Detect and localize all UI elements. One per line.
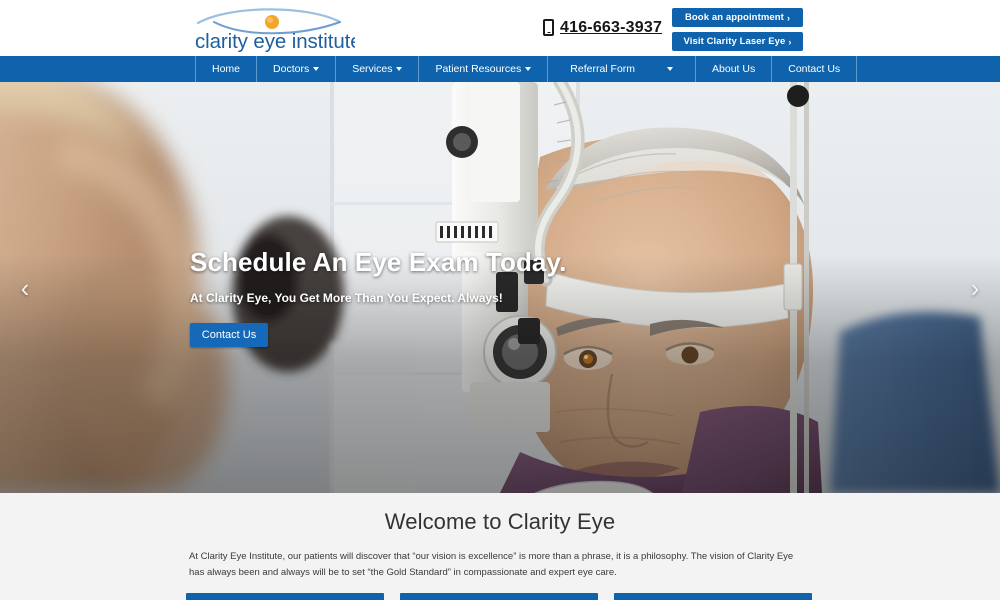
nav-label: Services bbox=[352, 63, 393, 75]
carousel-prev-button[interactable]: ‹ bbox=[10, 273, 40, 303]
nav-label: Patient Resources bbox=[435, 63, 522, 75]
feature-card[interactable] bbox=[186, 593, 384, 600]
book-appointment-button[interactable]: Book an appointment › bbox=[672, 8, 803, 27]
carousel-next-button[interactable]: › bbox=[960, 273, 990, 303]
nav-label: Home bbox=[212, 63, 241, 75]
hero-title: Schedule An Eye Exam Today. bbox=[190, 247, 567, 277]
welcome-section: Welcome to Clarity Eye At Clarity Eye In… bbox=[0, 493, 1000, 600]
chevron-down-icon bbox=[313, 67, 320, 71]
visit-clarity-laser-eye-button[interactable]: Visit Clarity Laser Eye › bbox=[672, 32, 803, 51]
visit-laser-eye-label: Visit Clarity Laser Eye bbox=[683, 36, 786, 47]
chevron-right-icon: › bbox=[788, 36, 792, 47]
nav-label: About Us bbox=[712, 63, 756, 75]
feature-card[interactable] bbox=[614, 593, 812, 600]
book-appointment-label: Book an appointment bbox=[684, 12, 784, 23]
site-logo[interactable]: clarity eye institute clarity eye instit… bbox=[190, 5, 355, 53]
phone-block[interactable]: 416-663-3937 bbox=[543, 19, 662, 36]
feature-card[interactable] bbox=[400, 593, 598, 600]
nav-label: Contact Us bbox=[788, 63, 841, 75]
mobile-phone-icon bbox=[543, 19, 554, 36]
nav-items-container: Home Doctors Services Patient Resources … bbox=[195, 56, 858, 82]
nav-item-referral-form[interactable]: Referral Form bbox=[548, 56, 697, 82]
hero-carousel: ‹ › Schedule An Eye Exam Today. At Clari… bbox=[0, 82, 1000, 493]
hero-content: Schedule An Eye Exam Today. At Clarity E… bbox=[190, 247, 566, 347]
chevron-down-icon bbox=[525, 67, 532, 71]
feature-card-row bbox=[186, 593, 814, 600]
chevron-down-icon bbox=[667, 67, 674, 71]
chevron-right-icon: › bbox=[970, 272, 980, 303]
site-header: clarity eye institute clarity eye instit… bbox=[0, 0, 1000, 56]
hero-contact-us-button[interactable]: Contact Us bbox=[190, 323, 268, 347]
nav-label: Doctors bbox=[273, 63, 310, 75]
page-root: clarity eye institute clarity eye instit… bbox=[0, 0, 1000, 600]
welcome-body-text: At Clarity Eye Institute, our patients w… bbox=[189, 551, 794, 578]
hero-subtitle: At Clarity Eye, You Get More Than You Ex… bbox=[190, 291, 503, 305]
header-button-group: Book an appointment › Visit Clarity Lase… bbox=[672, 8, 803, 51]
nav-item-about-us[interactable]: About Us bbox=[696, 56, 773, 82]
nav-label: Referral Form bbox=[570, 63, 636, 75]
svg-text:clarity eye institute: clarity eye institute bbox=[195, 30, 355, 53]
nav-item-services[interactable]: Services bbox=[336, 56, 420, 82]
chevron-left-icon: ‹ bbox=[20, 272, 30, 303]
eye-logo-icon: clarity eye institute bbox=[195, 8, 355, 53]
welcome-title: Welcome to Clarity Eye bbox=[384, 509, 616, 534]
nav-item-home[interactable]: Home bbox=[195, 56, 258, 82]
nav-item-doctors[interactable]: Doctors bbox=[257, 56, 337, 82]
chevron-down-icon bbox=[396, 67, 403, 71]
main-navigation: Home Doctors Services Patient Resources … bbox=[0, 56, 1000, 82]
nav-item-patient-resources[interactable]: Patient Resources bbox=[419, 56, 549, 82]
nav-item-contact-us[interactable]: Contact Us bbox=[772, 56, 858, 82]
phone-number[interactable]: 416-663-3937 bbox=[560, 19, 662, 36]
chevron-right-icon: › bbox=[786, 12, 791, 23]
